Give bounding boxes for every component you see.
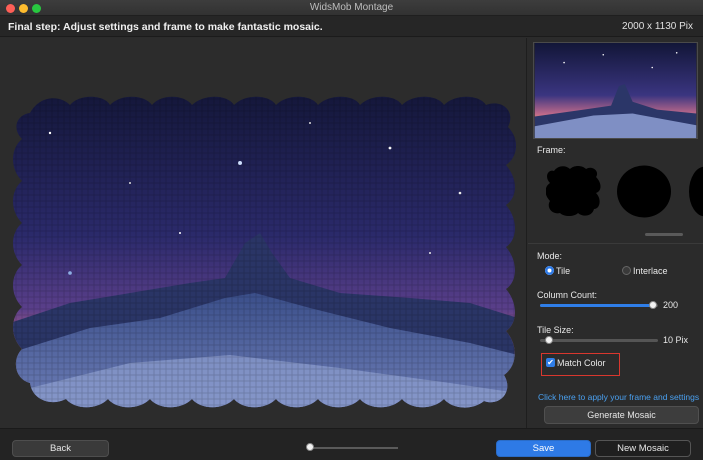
frame-option-circle[interactable]: [616, 165, 672, 218]
apply-settings-link[interactable]: Click here to apply your frame and setti…: [538, 392, 699, 402]
generate-mosaic-button[interactable]: Generate Mosaic: [544, 406, 699, 424]
radio-dot: [548, 269, 551, 272]
source-photo-thumbnail[interactable]: [533, 42, 698, 139]
frame-option-cloud[interactable]: [546, 165, 601, 217]
zoom-slider[interactable]: [308, 447, 398, 449]
mosaic-canvas: [0, 38, 527, 428]
mode-interlace-radio[interactable]: [622, 266, 631, 275]
divider: [528, 243, 703, 244]
settings-sidebar: Frame: Mode: Tile Interlace Column Count…: [528, 38, 703, 428]
title-bar: WidsMob Montage: [0, 0, 703, 16]
column-count-knob[interactable]: [649, 301, 657, 309]
footer-bar: Back Save New Mosaic: [0, 428, 703, 460]
mode-tile-label: Tile: [556, 266, 571, 276]
match-color-label: Match Color: [557, 358, 606, 368]
frame-scrollbar[interactable]: [645, 233, 683, 236]
save-button[interactable]: Save: [496, 440, 591, 457]
new-mosaic-button[interactable]: New Mosaic: [595, 440, 691, 457]
column-count-fill: [540, 304, 653, 307]
tile-size-label: Tile Size:: [537, 325, 574, 335]
tile-size-value: 10 Pix: [663, 335, 689, 345]
column-count-label: Column Count:: [537, 290, 598, 300]
mode-interlace-label: Interlace: [633, 266, 668, 276]
step-instruction: Final step: Adjust settings and frame to…: [8, 21, 323, 33]
mosaic-preview-image: [13, 96, 517, 408]
match-color-checkbox[interactable]: ✔: [546, 358, 555, 367]
frame-label: Frame:: [537, 145, 566, 155]
tile-size-slider[interactable]: [540, 339, 658, 342]
output-dimensions: 2000 x 1130 Pix: [622, 21, 693, 32]
zoom-knob[interactable]: [306, 443, 314, 451]
mode-label: Mode:: [537, 251, 563, 261]
frame-option-partial[interactable]: [685, 165, 703, 218]
column-count-value: 200: [663, 300, 679, 310]
back-button[interactable]: Back: [12, 440, 109, 457]
window-title: WidsMob Montage: [309, 2, 394, 13]
tile-size-knob[interactable]: [545, 336, 553, 344]
step-header: Final step: Adjust settings and frame to…: [0, 16, 703, 37]
